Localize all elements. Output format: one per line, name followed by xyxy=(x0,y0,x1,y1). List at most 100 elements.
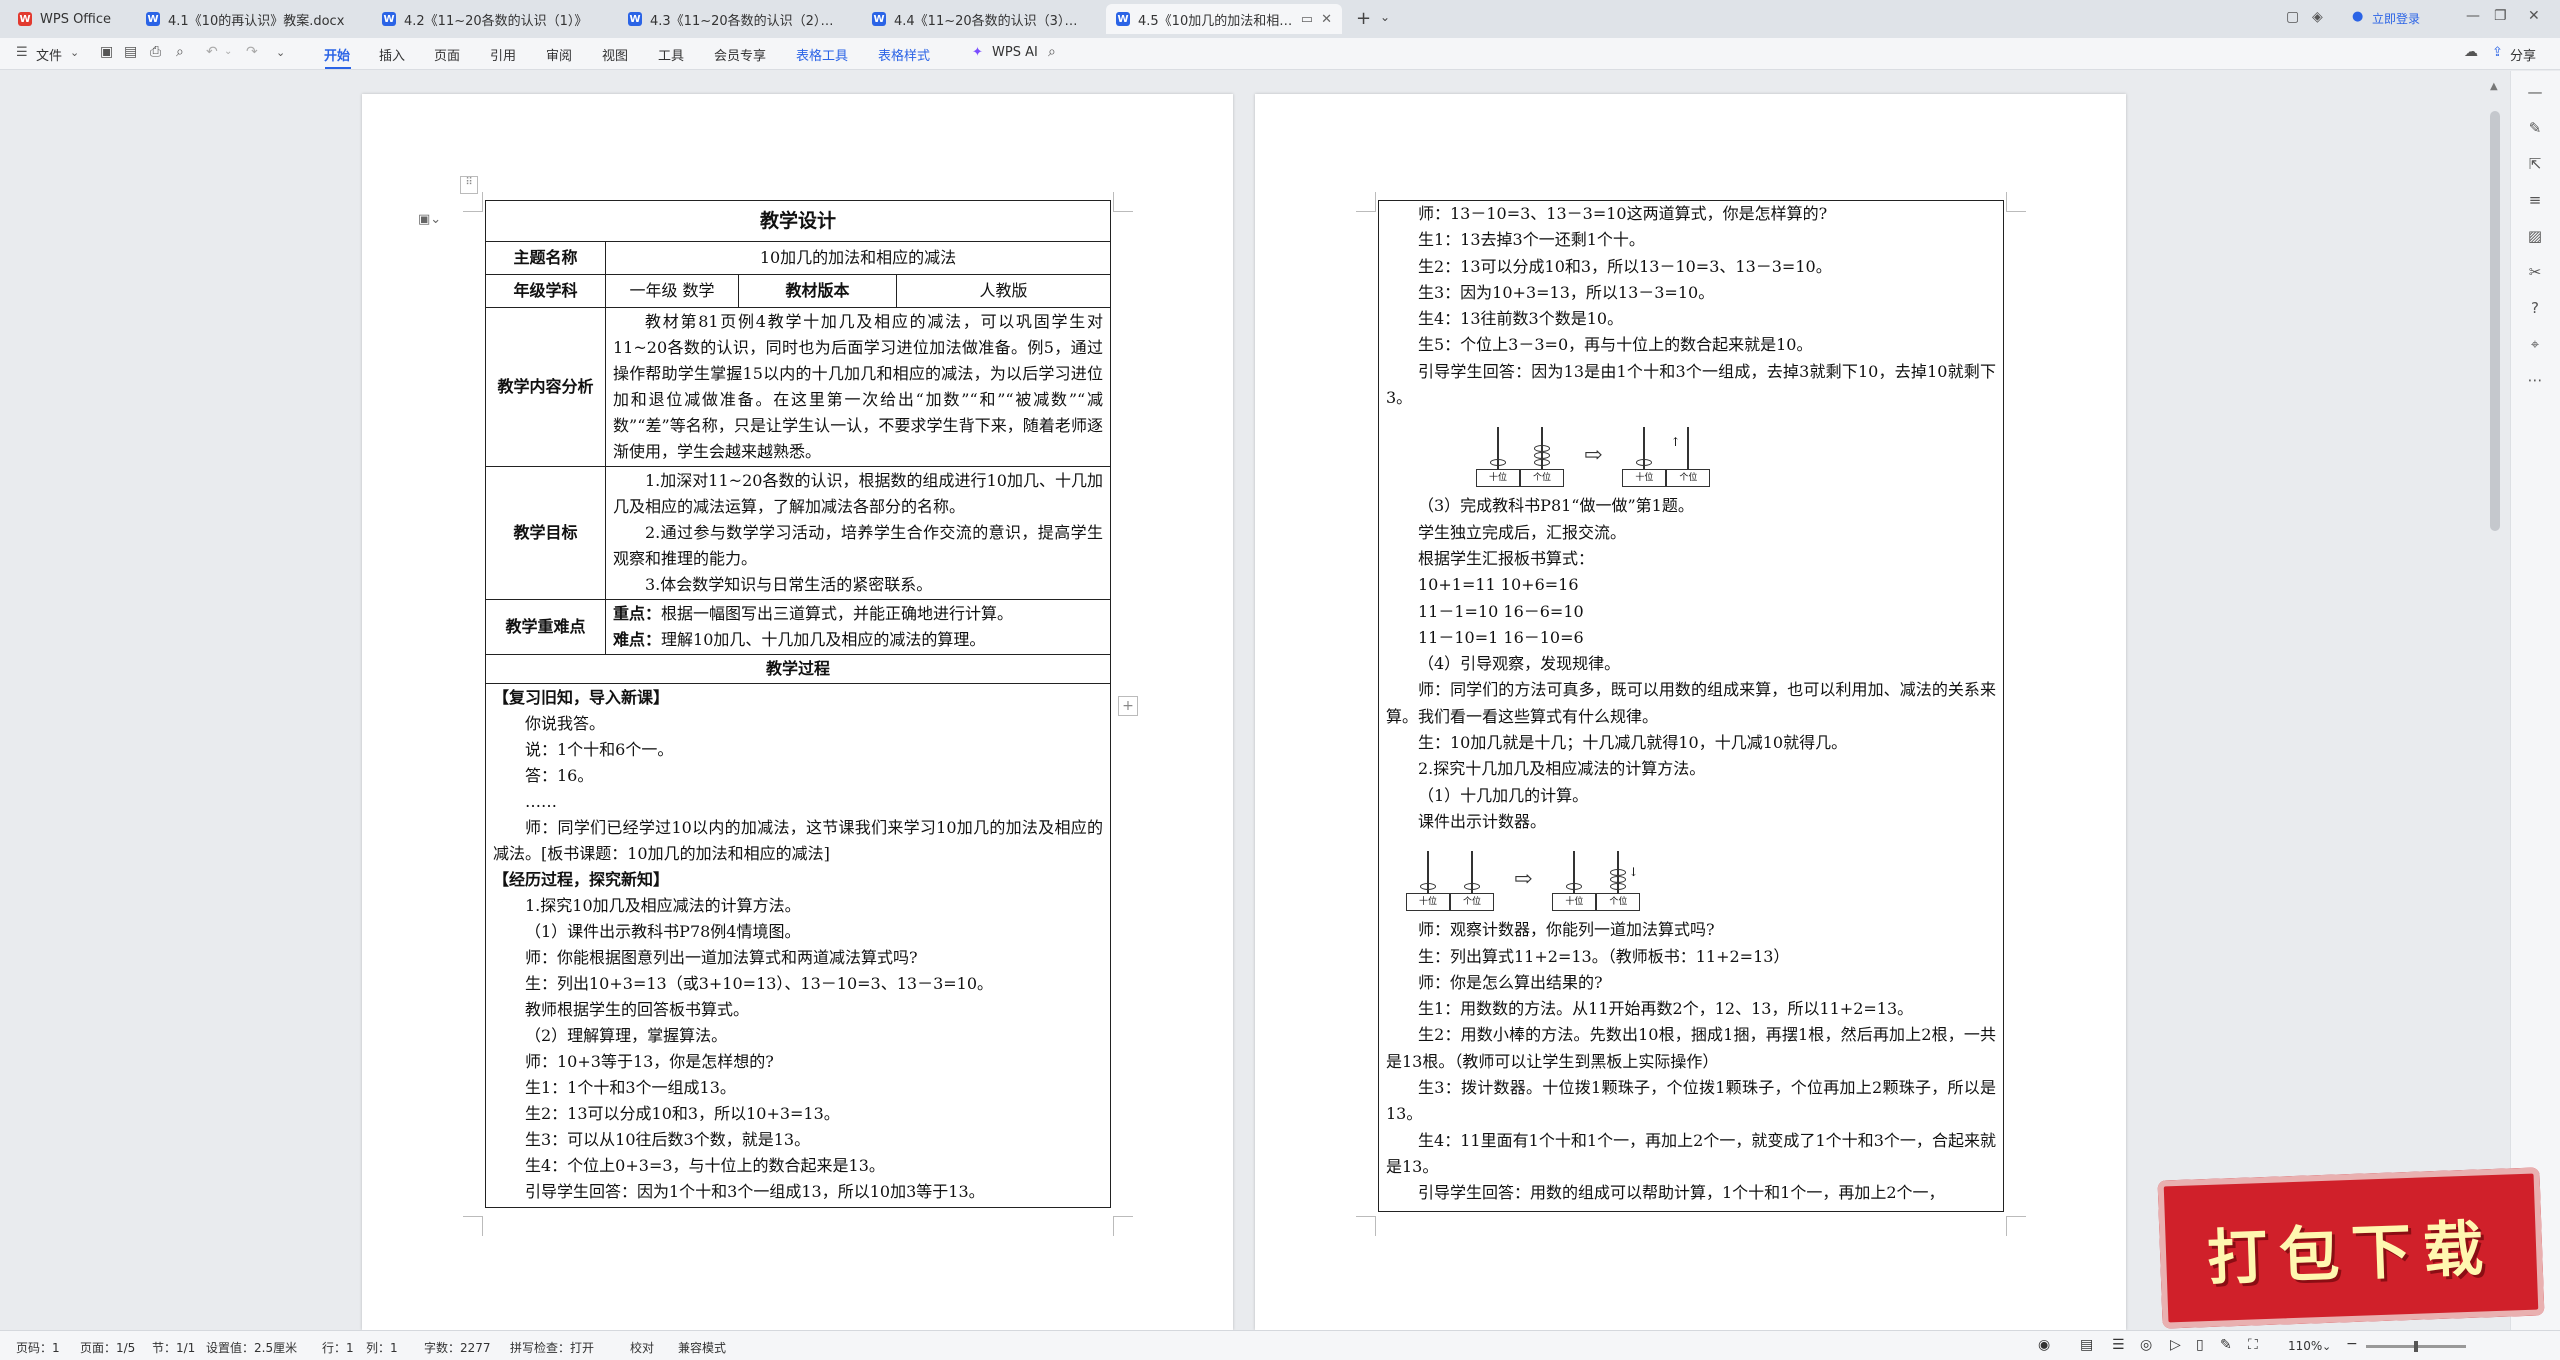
close-window-icon[interactable]: ✕ xyxy=(2528,8,2540,24)
menu-tools[interactable]: 工具 xyxy=(658,45,684,64)
process-paragraph: 生3：因为10+3=13，所以13－3=10。 xyxy=(1418,282,1715,302)
goal-item: 2.通过参与数学学习活动，培养学生合作交流的意识，提高学生观察和推理的能力。 xyxy=(613,523,1103,568)
edit-pen-icon[interactable]: ✎ xyxy=(2525,119,2545,139)
zoom-slider[interactable] xyxy=(2366,1341,2466,1352)
menu-review[interactable]: 审阅 xyxy=(546,45,572,64)
document-workspace[interactable]: ⠿ ▣⌄ + ▲ xyxy=(0,71,2560,1330)
process-paragraph: 引导学生回答：用数的组成可以帮助计算，1个十和1个一，再加上2个一， xyxy=(1418,1183,1945,1203)
menu-page[interactable]: 页面 xyxy=(434,45,460,64)
zoom-slider-thumb[interactable] xyxy=(2414,1341,2418,1352)
process-paragraph: 根据学生汇报板书算式： xyxy=(1418,548,1595,568)
status-spell-check[interactable]: 拼写检查：打开 xyxy=(510,1339,594,1356)
print-icon[interactable]: ⎙ xyxy=(150,44,161,60)
collapse-panel-icon[interactable]: — xyxy=(2525,83,2545,103)
window-layout-icon[interactable]: ▢ xyxy=(2286,9,2299,25)
process-paragraph: 引导学生回答：因为13是由1个十和3个一组成，去掉3就剩下10，去掉10就剩下3… xyxy=(1386,361,1996,408)
zoom-level[interactable]: 110% xyxy=(2288,1339,2322,1353)
eye-protection-icon[interactable]: ◉ xyxy=(2038,1337,2050,1353)
chevron-down-icon[interactable]: ⌄ xyxy=(2322,1340,2331,1353)
chevron-down-icon[interactable]: ⌄ xyxy=(276,46,285,59)
status-section[interactable]: 节：1/1 xyxy=(152,1339,195,1356)
user-avatar-icon[interactable]: ● xyxy=(2352,9,2363,24)
table-layout-icon[interactable]: ▣⌄ xyxy=(418,212,441,227)
share-button[interactable]: 分享 xyxy=(2510,45,2536,64)
image-icon[interactable]: ▨ xyxy=(2525,227,2545,247)
status-proofread[interactable]: 校对 xyxy=(630,1339,654,1356)
fit-page-icon[interactable]: ⛶ xyxy=(2248,1337,2258,1353)
add-column-icon[interactable]: + xyxy=(1118,696,1138,716)
process-paragraph: 生2：13可以分成10和3，所以10+3=13。 xyxy=(525,1104,840,1123)
crop-mark xyxy=(463,1216,483,1236)
right-sidebar: — ✎ ⇱ ≡ ▨ ✂ ? ⌖ ⋯ xyxy=(2510,71,2560,1330)
menu-reference[interactable]: 引用 xyxy=(490,45,516,64)
wps-logo-icon: W xyxy=(18,12,32,26)
status-word-count[interactable]: 字数：2277 xyxy=(424,1339,491,1356)
page-view-icon[interactable]: ▤ xyxy=(2080,1337,2093,1353)
chevron-down-icon[interactable]: ⌄ xyxy=(224,46,232,57)
close-icon[interactable]: ✕ xyxy=(1321,12,1332,27)
status-bar: 页码：1 页面：1/5 节：1/1 设置值：2.5厘米 行：1 列：1 字数：2… xyxy=(0,1330,2560,1360)
tools-icon[interactable]: ✂ xyxy=(2525,263,2545,283)
web-view-icon[interactable]: ◎ xyxy=(2140,1337,2152,1353)
play-icon[interactable]: ▷ xyxy=(2170,1337,2181,1353)
tab-doc-4-2[interactable]: W 4.2《11~20各数的认识（1）》 xyxy=(372,4,608,34)
login-link[interactable]: 立即登录 xyxy=(2372,10,2420,27)
location-icon[interactable]: ⌖ xyxy=(2525,335,2545,355)
menu-home[interactable]: 开始 xyxy=(324,45,350,64)
chevron-down-icon[interactable]: ⌄ xyxy=(1380,10,1390,24)
process-paragraph: …… xyxy=(525,792,557,811)
zoom-out-icon[interactable]: − xyxy=(2346,1336,2358,1352)
new-tab-icon[interactable]: + xyxy=(1356,8,1371,29)
more-icon[interactable]: ⋯ xyxy=(2525,371,2545,391)
save-icon[interactable]: ▣ xyxy=(100,44,113,60)
restore-icon[interactable]: ❐ xyxy=(2494,8,2507,24)
menu-table-tools[interactable]: 表格工具 xyxy=(796,45,848,64)
menu-view[interactable]: 视图 xyxy=(602,45,628,64)
crop-mark xyxy=(1113,1216,1133,1236)
hamburger-icon[interactable]: ☰ xyxy=(16,45,28,60)
minimize-icon[interactable]: — xyxy=(2466,8,2480,24)
tab-doc-4-3[interactable]: W 4.3《11~20各数的认识（2）》教案 xyxy=(618,4,854,34)
tab-doc-4-5[interactable]: W 4.5《10加几的加法和相应的 ▭ ✕ xyxy=(1106,4,1342,34)
tab-doc-4-4[interactable]: W 4.4《11~20各数的认识（3）》教案 xyxy=(862,4,1098,34)
key-difficulty-label: 教学重难点 xyxy=(485,599,606,655)
adjust-icon[interactable]: ≡ xyxy=(2525,191,2545,211)
status-page[interactable]: 页面：1/5 xyxy=(80,1339,135,1356)
crop-mark xyxy=(2006,192,2026,212)
status-col[interactable]: 列：1 xyxy=(366,1339,398,1356)
status-page-num[interactable]: 页码：1 xyxy=(16,1339,60,1356)
tab-wps-home[interactable]: W WPS Office xyxy=(8,4,136,34)
print-preview-icon[interactable]: ⌕ xyxy=(176,44,184,60)
chevron-down-icon[interactable]: ⌄ xyxy=(70,46,79,59)
status-setting[interactable]: 设置值：2.5厘米 xyxy=(206,1339,297,1356)
crop-mark xyxy=(463,192,483,212)
goal-item: 3.体会数学知识与日常生活的紧密联系。 xyxy=(645,575,933,594)
status-row[interactable]: 行：1 xyxy=(322,1339,354,1356)
select-cursor-icon[interactable]: ⇱ xyxy=(2525,155,2545,175)
menu-member[interactable]: 会员专享 xyxy=(714,45,766,64)
status-compat-mode[interactable]: 兼容模式 xyxy=(678,1339,726,1356)
help-icon[interactable]: ? xyxy=(2525,299,2545,319)
word-doc-icon: W xyxy=(628,12,642,26)
skin-icon[interactable]: ◈ xyxy=(2312,9,2323,25)
scroll-up-icon[interactable]: ▲ xyxy=(2490,81,2498,92)
reading-mode-icon[interactable]: ▯ xyxy=(2196,1337,2204,1353)
process-paragraph: 10+1=11 10+6=16 xyxy=(1418,575,1579,595)
vertical-scrollbar[interactable] xyxy=(2490,111,2500,531)
table-move-handle-icon[interactable]: ⠿ xyxy=(460,176,478,194)
menu-insert[interactable]: 插入 xyxy=(379,45,405,64)
undo-icon[interactable]: ↶ xyxy=(206,44,218,60)
export-pdf-icon[interactable]: ▤ xyxy=(124,44,137,60)
wps-ai-button[interactable]: WPS AI xyxy=(992,45,1038,60)
outline-view-icon[interactable]: ☰ xyxy=(2112,1337,2125,1353)
search-icon[interactable]: ⌕ xyxy=(1048,44,1056,60)
write-mode-icon[interactable]: ✎ xyxy=(2220,1337,2232,1353)
tab-doc-4-1[interactable]: W 4.1《10的再认识》教案.docx xyxy=(136,4,372,34)
download-banner[interactable]: 打包下载 xyxy=(2157,1167,2545,1329)
redo-icon[interactable]: ↷ xyxy=(246,44,258,60)
tab-bar: W WPS Office W 4.1《10的再认识》教案.docx W 4.2《… xyxy=(0,0,2560,38)
file-menu[interactable]: 文件 xyxy=(36,45,62,64)
cloud-sync-icon[interactable]: ☁ xyxy=(2464,44,2478,60)
arrow-down-icon: ↓ xyxy=(1628,865,1639,880)
menu-table-style[interactable]: 表格样式 xyxy=(878,45,930,64)
